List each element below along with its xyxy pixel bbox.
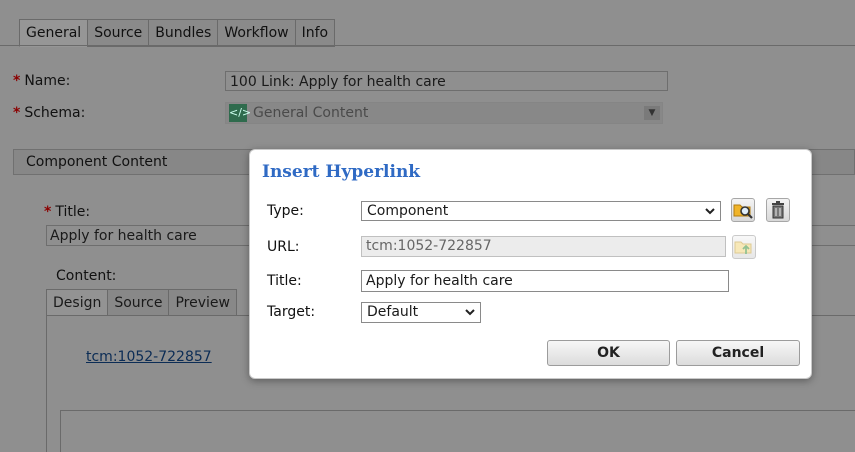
item-tabs: General Source Bundles Workflow Info xyxy=(19,19,336,47)
title-input-tail xyxy=(810,225,855,246)
tab-general[interactable]: General xyxy=(19,19,88,47)
required-marker: * xyxy=(44,204,52,220)
tab-preview[interactable]: Preview xyxy=(168,289,237,317)
target-value: Default xyxy=(367,304,419,320)
chevron-down-icon xyxy=(704,202,716,225)
browse-button[interactable] xyxy=(731,198,755,222)
schema-value: General Content xyxy=(253,105,369,121)
name-label-row: * Name: xyxy=(13,73,70,89)
editor-hyperlink[interactable]: tcm:1052-722857 xyxy=(86,349,212,365)
target-select[interactable]: Default xyxy=(361,302,481,323)
name-input[interactable]: 100 Link: Apply for health care xyxy=(225,71,668,91)
tab-info[interactable]: Info xyxy=(294,19,336,47)
url-input: tcm:1052-722857 xyxy=(361,236,726,257)
tab-design[interactable]: Design xyxy=(46,289,108,317)
title-label-row: * Title: xyxy=(44,204,90,220)
chevron-down-icon xyxy=(464,303,476,327)
editor-tabs: Design Source Preview xyxy=(46,289,237,317)
schema-select[interactable]: </> General Content ▼ xyxy=(225,102,663,124)
insert-hyperlink-dialog: Insert Hyperlink Type: Component URL: tc… xyxy=(249,149,812,379)
schema-label: Schema: xyxy=(24,105,86,121)
dialog-title-label: Title: xyxy=(267,273,302,289)
schema-code-icon: </> xyxy=(229,104,251,122)
ok-button[interactable]: OK xyxy=(547,340,670,366)
editor-inner-area xyxy=(60,410,855,452)
link-title-input[interactable]: Apply for health care xyxy=(361,270,729,292)
url-browse-button[interactable] xyxy=(732,235,756,259)
folder-search-icon xyxy=(733,204,753,219)
tabs-divider xyxy=(0,45,855,46)
required-marker: * xyxy=(13,105,21,121)
delete-button[interactable] xyxy=(766,198,790,222)
type-select[interactable]: Component xyxy=(361,201,721,221)
tab-source[interactable]: Source xyxy=(87,19,149,47)
trash-icon xyxy=(772,201,784,219)
title-label: Title: xyxy=(55,204,91,220)
chevron-down-icon: ▼ xyxy=(644,106,660,120)
required-marker: * xyxy=(13,73,21,89)
tab-editor-source[interactable]: Source xyxy=(107,289,169,317)
target-label: Target: xyxy=(267,304,316,320)
content-label: Content: xyxy=(56,268,117,284)
schema-label-row: * Schema: xyxy=(13,105,85,121)
type-value: Component xyxy=(367,203,449,219)
name-label: Name: xyxy=(24,73,71,89)
cancel-button[interactable]: Cancel xyxy=(676,340,800,366)
type-label: Type: xyxy=(267,203,304,219)
tab-workflow[interactable]: Workflow xyxy=(217,19,295,47)
dialog-title: Insert Hyperlink xyxy=(262,162,421,182)
tab-bundles[interactable]: Bundles xyxy=(148,19,218,47)
folder-up-icon xyxy=(734,241,752,254)
url-label: URL: xyxy=(267,239,300,255)
